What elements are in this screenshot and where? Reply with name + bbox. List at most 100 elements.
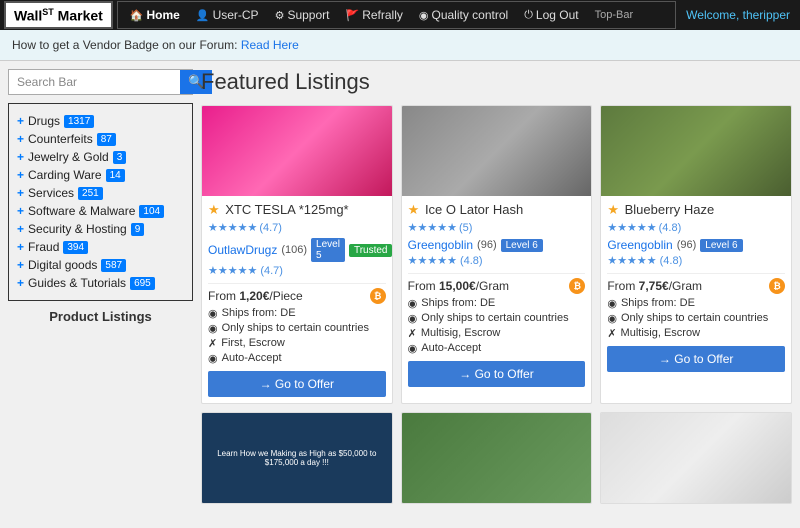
category-guides-count: 695 <box>130 277 155 290</box>
check-icon: ✗ <box>208 337 217 350</box>
learn-text: Learn How we Making as High as $50,000 t… <box>206 445 388 471</box>
category-security[interactable]: + Security & Hosting 9 <box>17 220 184 238</box>
nav-home[interactable]: 🏠 Home <box>122 8 188 22</box>
category-digital[interactable]: + Digital goods 587 <box>17 256 184 274</box>
info-banner: How to get a Vendor Badge on our Forum: … <box>0 30 800 61</box>
category-fraud[interactable]: + Fraud 394 <box>17 238 184 256</box>
read-here-link[interactable]: Read Here <box>241 38 299 52</box>
category-carding[interactable]: + Carding Ware 14 <box>17 166 184 184</box>
seller-name-3[interactable]: Greengoblin <box>607 238 672 252</box>
nav-refrally[interactable]: 🚩 Refrally <box>337 8 410 22</box>
product-card-3: ★ Blueberry Haze ★★★★★ (4.8) Greengoblin… <box>600 105 792 404</box>
plus-icon: + <box>17 222 24 236</box>
main-layout: 🔍 + Drugs 1317 + Counterfeits 87 + Jewel… <box>0 61 800 512</box>
category-services-count: 251 <box>78 187 103 200</box>
logo-sup: ST <box>42 7 54 17</box>
top-bar: WallST Market 🏠 Home 👤 User-CP ⚙ Support… <box>0 0 800 30</box>
logo-suffix: Market <box>54 7 103 23</box>
product-name-1: ★ XTC TESLA *125mg* <box>208 202 386 218</box>
check-icon: ✗ <box>408 327 417 340</box>
star-icon: ★ <box>607 202 619 217</box>
seller-name-2[interactable]: Greengoblin <box>408 238 473 252</box>
product-title-3: Blueberry Haze <box>625 202 715 217</box>
search-input[interactable] <box>9 70 180 94</box>
product-card-5 <box>401 412 593 504</box>
product-rating-1: (4.7) <box>259 222 282 234</box>
seller-count-2: (96) <box>477 239 497 251</box>
nav-usercp-label: User-CP <box>213 8 259 22</box>
escrow2-label-2: Auto-Accept <box>421 342 481 354</box>
welcome-prefix: Welcome, <box>686 8 742 22</box>
go-to-offer-3[interactable]: → Go to Offer <box>607 346 785 372</box>
nav-support[interactable]: ⚙ Support <box>267 8 338 22</box>
product-image-5 <box>402 413 592 503</box>
go-to-offer-1[interactable]: → Go to Offer <box>208 371 386 397</box>
ships-from-3: ◉ Ships from: DE <box>607 297 785 310</box>
product-card-6 <box>600 412 792 504</box>
category-software[interactable]: + Software & Malware 104 <box>17 202 184 220</box>
seller-stars-row-3: ★★★★★ (4.8) <box>607 254 785 267</box>
circle-icon: ◉ <box>607 312 617 325</box>
seller-stars-2: ★★★★★ <box>408 254 457 267</box>
welcome-text: Welcome, theripper <box>676 8 800 22</box>
category-services-label: Services <box>28 186 74 200</box>
escrow1-3: ✗ Multisig, Escrow <box>607 327 785 340</box>
plus-icon: + <box>17 186 24 200</box>
circle-icon: ◉ <box>607 297 617 310</box>
seller-count-3: (96) <box>677 239 697 251</box>
stars-row-2: ★★★★★ (5) <box>408 221 586 234</box>
nav-quality-label: Quality control <box>431 8 508 22</box>
seller-name-1[interactable]: OutlawDrugz <box>208 243 277 257</box>
product-body-1: ★ XTC TESLA *125mg* ★★★★★ (4.7) OutlawDr… <box>202 196 392 403</box>
bitcoin-icon-2: ₿ <box>569 278 585 294</box>
site-logo[interactable]: WallST Market <box>4 1 113 30</box>
seller-stars-row-1: ★★★★★ (4.7) <box>208 264 386 277</box>
go-to-offer-2[interactable]: → Go to Offer <box>408 361 586 387</box>
nav-logout[interactable]: ⏻ Log Out <box>516 8 586 22</box>
check-icon: ✗ <box>607 327 616 340</box>
category-guides-label: Guides & Tutorials <box>28 276 126 290</box>
product-stars-2: ★★★★★ <box>408 221 457 234</box>
circle-icon: ◉ <box>408 297 418 310</box>
product-image-3 <box>601 106 791 196</box>
category-software-count: 104 <box>139 205 164 218</box>
category-digital-count: 587 <box>101 259 126 272</box>
badge-trusted-1: Trusted <box>349 244 393 257</box>
product-body-2: ★ Ice O Lator Hash ★★★★★ (5) Greengoblin… <box>402 196 592 393</box>
category-security-count: 9 <box>131 223 145 236</box>
price-row-2: From 15,00€/Gram ₿ <box>408 278 586 294</box>
star-icon: ★ <box>208 202 220 217</box>
category-counterfeits[interactable]: + Counterfeits 87 <box>17 130 184 148</box>
price-row-1: From 1,20€/Piece ₿ <box>208 288 386 304</box>
product-stars-1: ★★★★★ <box>208 221 257 234</box>
topbar-label: Top-Bar <box>587 9 642 21</box>
category-software-label: Software & Malware <box>28 204 135 218</box>
category-carding-count: 14 <box>106 169 125 182</box>
plus-icon: + <box>17 132 24 146</box>
category-jewelry[interactable]: + Jewelry & Gold 3 <box>17 148 184 166</box>
product-name-2: ★ Ice O Lator Hash <box>408 202 586 218</box>
product-card-4: Learn How we Making as High as $50,000 t… <box>201 412 393 504</box>
plus-icon: + <box>17 150 24 164</box>
escrow2-label-1: Auto-Accept <box>222 352 282 364</box>
product-name-3: ★ Blueberry Haze <box>607 202 785 218</box>
nav-usercp[interactable]: 👤 User-CP <box>188 8 267 22</box>
logout-icon: ⏻ <box>524 9 533 22</box>
ships-to-2: ◉ Only ships to certain countries <box>408 312 586 325</box>
nav-quality[interactable]: ◉ Quality control <box>411 8 516 22</box>
stars-row-3: ★★★★★ (4.8) <box>607 221 785 234</box>
seller-row-2: Greengoblin (96) Level 6 <box>408 238 586 252</box>
product-rating-3: (4.8) <box>659 222 682 234</box>
bitcoin-icon-1: ₿ <box>370 288 386 304</box>
category-guides[interactable]: + Guides & Tutorials 695 <box>17 274 184 292</box>
category-security-label: Security & Hosting <box>28 222 127 236</box>
seller-row-3: Greengoblin (96) Level 6 <box>607 238 785 252</box>
product-title-2: Ice O Lator Hash <box>425 202 523 217</box>
plus-icon: + <box>17 204 24 218</box>
category-drugs[interactable]: + Drugs 1317 <box>17 112 184 130</box>
username: theripper <box>743 8 790 22</box>
escrow1-label-1: First, Escrow <box>221 337 285 349</box>
category-services[interactable]: + Services 251 <box>17 184 184 202</box>
product-body-3: ★ Blueberry Haze ★★★★★ (4.8) Greengoblin… <box>601 196 791 378</box>
refrally-icon: 🚩 <box>345 9 359 22</box>
